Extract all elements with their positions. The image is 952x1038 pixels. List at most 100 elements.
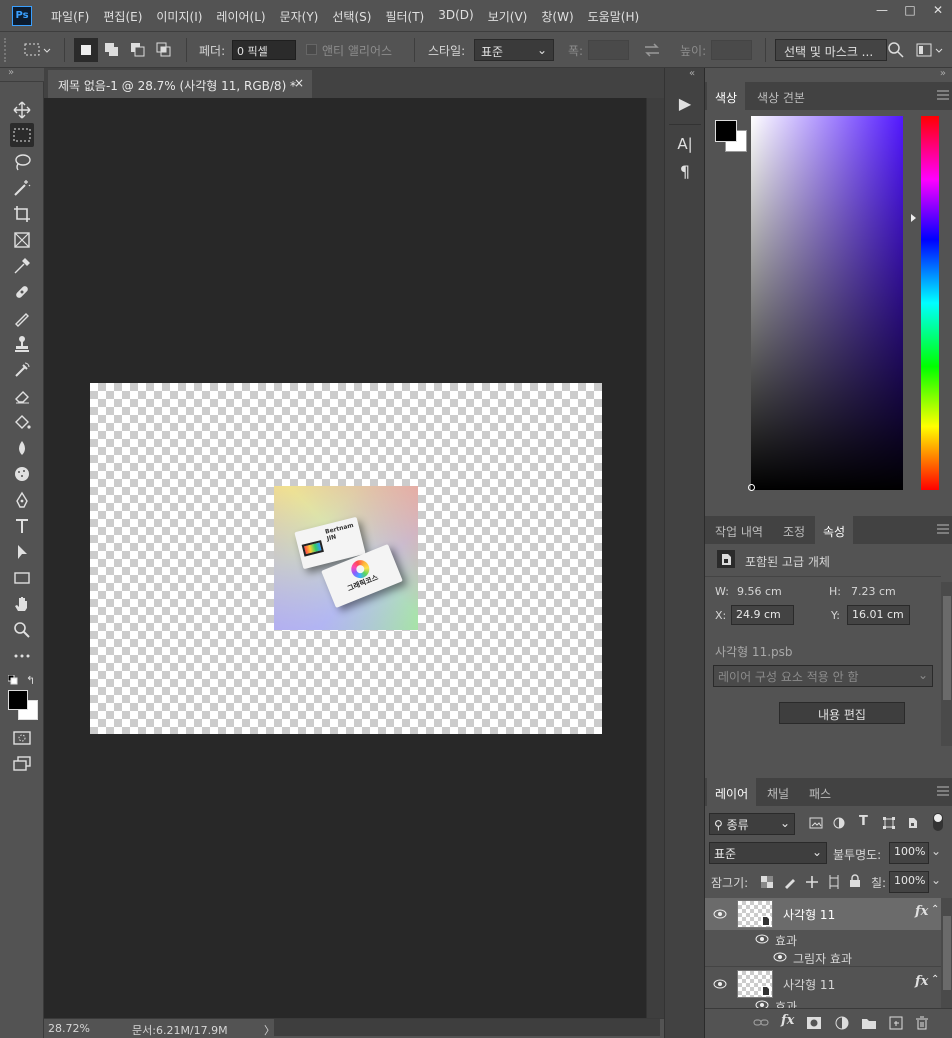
minimize-button[interactable]: — [868, 0, 896, 20]
menu-3d[interactable]: 3D(D) [431, 8, 480, 25]
collapse-dock-icon[interactable]: « [689, 68, 695, 79]
tab-adjustments[interactable]: 조정 [775, 516, 813, 544]
crop-tool-icon[interactable] [10, 202, 34, 226]
canvas-area[interactable]: Bertnam JIN 그래픽코스 [44, 98, 646, 1018]
add-layer-style-icon[interactable]: fx [781, 1013, 794, 1028]
width-input[interactable] [588, 40, 629, 60]
blend-mode-select[interactable]: 표준 ⌄ [709, 842, 827, 864]
hand-tool-icon[interactable] [10, 592, 34, 616]
rectangle-tool-icon[interactable] [10, 566, 34, 590]
eraser-tool-icon[interactable] [10, 384, 34, 408]
height-input[interactable] [711, 40, 752, 60]
smart-object-image[interactable]: Bertnam JIN 그래픽코스 [274, 486, 418, 630]
panel-menu-icon[interactable] [937, 524, 949, 534]
maximize-button[interactable]: □ [896, 0, 924, 20]
lock-image-icon[interactable] [783, 875, 797, 889]
eyedropper-tool-icon[interactable] [10, 254, 34, 278]
menu-layer[interactable]: 레이어(L) [209, 8, 272, 25]
swap-dimensions-icon[interactable] [643, 42, 661, 58]
y-position-input[interactable]: 16.01 cm [847, 605, 910, 625]
tab-paths[interactable]: 패스 [801, 778, 839, 806]
clone-stamp-tool-icon[interactable] [10, 332, 34, 356]
close-button[interactable]: ✕ [924, 0, 952, 20]
hue-slider[interactable] [921, 116, 939, 490]
layer-comp-select[interactable]: 레이어 구성 요소 적용 안 함 ⌄ [713, 665, 933, 687]
menu-select[interactable]: 선택(S) [325, 8, 378, 25]
new-adjustment-layer-icon[interactable] [835, 1016, 849, 1030]
chevron-up-icon[interactable]: ⌃ [931, 974, 939, 985]
subtract-selection-icon[interactable] [126, 38, 150, 62]
scrollbar-thumb[interactable] [943, 596, 951, 700]
lock-artboard-icon[interactable] [827, 875, 841, 889]
properties-scrollbar[interactable] [941, 582, 952, 746]
more-tools-icon[interactable] [10, 644, 34, 668]
filter-adjustment-icon[interactable] [833, 817, 845, 829]
lasso-tool-icon[interactable] [10, 150, 34, 174]
layer-fx-icon[interactable]: fx [915, 904, 928, 919]
actions-play-icon[interactable]: ▶ [669, 90, 701, 118]
add-mask-icon[interactable] [807, 1016, 821, 1030]
filter-shape-icon[interactable] [883, 817, 895, 829]
tab-color[interactable]: 색상 [707, 82, 746, 110]
chevron-down-icon[interactable]: ⌄ [931, 873, 941, 887]
menu-window[interactable]: 창(W) [534, 8, 580, 25]
layer-name[interactable]: 사각형 11 [783, 976, 835, 993]
layer-filter-select[interactable]: ⚲ 종류 ⌄ [709, 813, 795, 835]
layer-row[interactable]: 사각형 11 fx ⌃ [705, 968, 941, 1000]
new-selection-icon[interactable] [74, 38, 98, 62]
paragraph-panel-icon[interactable]: ¶ [669, 158, 701, 186]
color-picker-cursor[interactable] [748, 484, 755, 491]
lock-all-icon[interactable] [849, 874, 861, 888]
vertical-scrollbar[interactable] [646, 98, 664, 1018]
canvas-transparent[interactable]: Bertnam JIN 그래픽코스 [90, 383, 602, 734]
zoom-tool-icon[interactable] [10, 618, 34, 642]
layer-effects-row[interactable]: 효과 [705, 930, 941, 948]
pen-tool-icon[interactable] [10, 488, 34, 512]
search-icon[interactable] [888, 42, 904, 58]
tab-properties[interactable]: 속성 [815, 516, 854, 544]
add-selection-icon[interactable] [100, 38, 124, 62]
scrollbar-thumb[interactable] [943, 916, 951, 990]
antialias-checkbox[interactable] [306, 44, 317, 55]
close-tab-icon[interactable]: × [294, 76, 304, 90]
color-saturation-field[interactable] [748, 116, 903, 491]
select-and-mask-button[interactable]: 선택 및 마스크 ... [775, 39, 887, 61]
panel-menu-icon[interactable] [937, 786, 949, 796]
height-value[interactable]: 7.23 cm [851, 585, 896, 598]
swap-colors-icon[interactable]: ↰ [26, 674, 35, 687]
panel-menu-icon[interactable] [937, 90, 949, 100]
intersect-selection-icon[interactable] [152, 38, 176, 62]
foreground-color-picker[interactable] [715, 120, 737, 142]
filter-type-icon[interactable]: T [859, 814, 868, 829]
quick-mask-icon[interactable] [10, 726, 34, 750]
new-group-icon[interactable] [861, 1016, 877, 1030]
link-layers-icon[interactable] [753, 1016, 769, 1030]
visibility-eye-icon[interactable] [713, 979, 727, 989]
expand-toolbar-icon[interactable]: » [8, 67, 14, 78]
feather-input[interactable]: 0 픽셀 [232, 40, 296, 60]
visibility-eye-icon[interactable] [773, 952, 787, 962]
brush-tool-icon[interactable] [10, 306, 34, 330]
edit-contents-button[interactable]: 내용 편집 [779, 702, 905, 724]
workspace-icon[interactable] [916, 42, 946, 58]
screen-mode-icon[interactable] [10, 752, 34, 776]
tab-history[interactable]: 작업 내역 [707, 516, 771, 544]
menu-help[interactable]: 도움말(H) [581, 8, 647, 25]
foreground-color-swatch[interactable] [8, 690, 28, 710]
visibility-eye-icon[interactable] [713, 909, 727, 919]
delete-layer-icon[interactable] [915, 1016, 929, 1030]
marquee-tool-icon[interactable] [10, 123, 34, 147]
menu-filter[interactable]: 필터(T) [378, 8, 431, 25]
layer-fx-icon[interactable]: fx [915, 974, 928, 989]
x-position-input[interactable]: 24.9 cm [731, 605, 794, 625]
chevron-down-icon[interactable]: ⌄ [931, 844, 941, 858]
style-select[interactable]: 표준 ⌄ [474, 39, 554, 61]
new-layer-icon[interactable] [889, 1016, 903, 1030]
marquee-preset-icon[interactable] [24, 42, 52, 58]
frame-tool-icon[interactable] [10, 228, 34, 252]
filter-toggle[interactable] [933, 813, 943, 831]
paint-bucket-tool-icon[interactable] [10, 410, 34, 434]
character-panel-icon[interactable]: A| [669, 130, 701, 158]
lock-transparent-icon[interactable] [761, 876, 773, 888]
hue-slider-handle[interactable] [911, 214, 916, 222]
